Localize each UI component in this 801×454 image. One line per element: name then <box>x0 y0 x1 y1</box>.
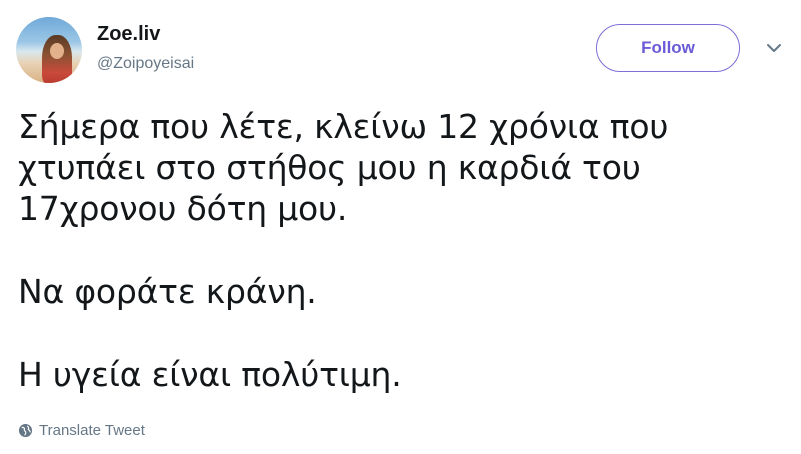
tweet-line: χτυπάει στο στήθος μου η καρδιά του <box>18 148 641 187</box>
chevron-down-icon[interactable] <box>762 38 786 58</box>
translate-label: Translate Tweet <box>39 422 145 439</box>
tweet-line: Να φοράτε κράνη. <box>18 272 317 311</box>
tweet-line: Η υγεία είναι πολύτιμη. <box>18 355 402 394</box>
avatar-face <box>50 43 64 59</box>
tweet-line: 17χρονου δότη μου. <box>18 189 348 228</box>
tweet-line: Σήμερα που λέτε, κλείνω 12 χρόνια που <box>18 107 669 146</box>
follow-button[interactable]: Follow <box>596 24 740 72</box>
translate-tweet-link[interactable]: Translate Tweet <box>18 422 145 439</box>
globe-icon <box>18 423 33 438</box>
author-name[interactable]: Zoe.liv <box>97 23 160 46</box>
tweet-text: Σήμερα που λέτε, κλείνω 12 χρόνια που χτ… <box>18 106 778 395</box>
author-handle[interactable]: @Zoipoyeisai <box>97 55 194 73</box>
tweet-card: Zoe.liv @Zoipoyeisai Follow Σήμερα που λ… <box>0 0 801 454</box>
avatar[interactable] <box>16 17 82 83</box>
